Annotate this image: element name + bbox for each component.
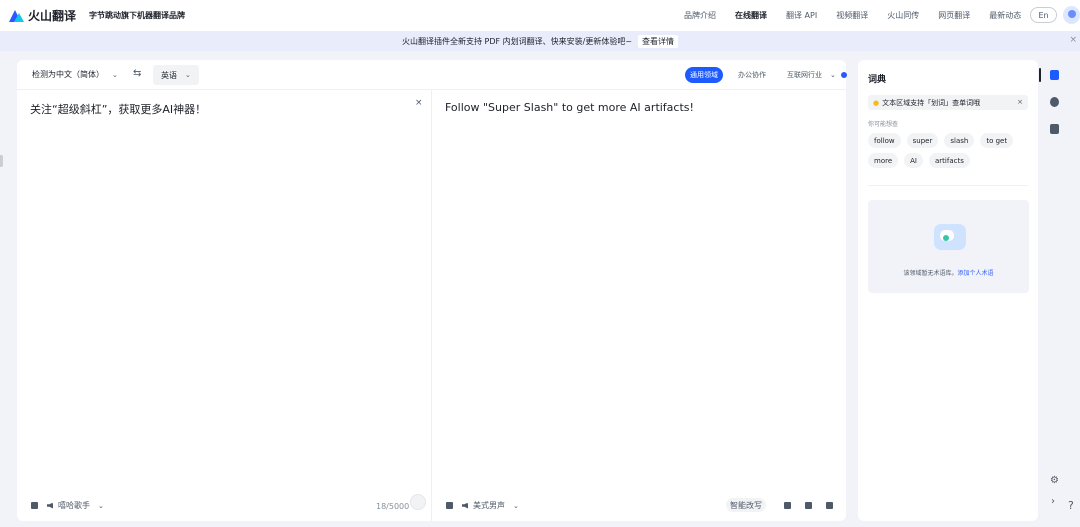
speaker-icon[interactable] [47, 502, 53, 509]
copy-icon[interactable] [31, 502, 38, 509]
nav-item-online-translate[interactable]: 在线翻译 [735, 10, 767, 21]
nav-item-web[interactable]: 网页翻译 [938, 10, 970, 21]
gauge-icon[interactable] [410, 494, 426, 510]
glossary-empty-text: 该领域暂无术语库。添加个人术语 [868, 268, 1029, 277]
banner-details-button[interactable]: 查看详情 [638, 34, 679, 48]
chevron-down-icon: ⌄ [513, 502, 519, 510]
help-icon[interactable]: ? [1068, 499, 1074, 512]
nav-item-news[interactable]: 最新动态 [989, 10, 1021, 21]
clear-text-icon[interactable]: × [415, 98, 423, 108]
logo-text: 火山翻译 [28, 9, 77, 23]
source-voice-label: 嘻哈歌手 [58, 501, 90, 510]
side-handle[interactable] [0, 155, 3, 167]
glossary-empty-card: 该领域暂无术语库。添加个人术语 [868, 200, 1029, 293]
divider [868, 185, 1028, 186]
main-nav: 品牌介绍 在线翻译 翻译 API 视频翻译 火山同传 网页翻译 最新动态 [684, 0, 1040, 31]
word-suggestions: follow super slash to get more AI artifa… [868, 133, 1028, 173]
swap-languages-icon[interactable]: ⇆ [133, 68, 141, 79]
empty-illustration-icon [926, 218, 972, 256]
word-chip[interactable]: more [868, 153, 899, 168]
speaker-icon[interactable] [462, 502, 468, 509]
domain-office-button[interactable]: 办公协作 [738, 70, 766, 80]
nav-item-api[interactable]: 翻译 API [786, 10, 817, 21]
source-language-label: 检测为中文（简体） [32, 70, 104, 79]
collapse-arrow-icon[interactable]: › [1051, 496, 1055, 507]
gear-icon[interactable]: ⚙ [1050, 475, 1059, 486]
feedback-icons [784, 502, 847, 509]
target-voice-label: 美式男声 [473, 501, 505, 510]
source-language-select[interactable]: 检测为中文（简体） ⌄ [32, 69, 118, 80]
add-glossary-link[interactable]: 添加个人术语 [958, 270, 994, 277]
top-nav-bar: 火山翻译 字节跳动旗下机器翻译品牌 品牌介绍 在线翻译 翻译 API 视频翻译 … [0, 0, 1080, 31]
word-chip[interactable]: to get [980, 133, 1014, 148]
target-voice-select[interactable]: 美式男声 ⌄ [473, 500, 519, 511]
nav-item-video[interactable]: 视频翻译 [836, 10, 868, 21]
chevron-down-icon: ⌄ [185, 71, 191, 79]
user-avatar[interactable] [1063, 6, 1080, 24]
history-tab-icon[interactable] [1050, 97, 1059, 107]
translator-header: 检测为中文（简体） ⌄ ⇆ 英语 ⌄ 通用领域 办公协作 互联网行业 ⌄ [17, 60, 847, 90]
empty-message: 该领域暂无术语库。 [903, 270, 958, 277]
status-dot [841, 72, 847, 78]
target-language-label: 英语 [161, 70, 177, 80]
thumbs-up-icon[interactable] [784, 502, 791, 509]
word-chip[interactable]: AI [904, 153, 923, 168]
chevron-down-icon: ⌄ [98, 502, 104, 510]
source-voice-select[interactable]: 嘻哈歌手 ⌄ [58, 500, 104, 511]
source-footer: 嘻哈歌手 ⌄ [31, 500, 104, 511]
dictionary-tip: ● 文本区域支持「划词」查单词哦 × [868, 95, 1028, 110]
thumbs-down-icon[interactable] [805, 502, 812, 509]
nav-item-simultaneous[interactable]: 火山同传 [887, 10, 919, 21]
tip-close-icon[interactable]: × [1017, 98, 1023, 106]
announcement-banner: 火山翻译插件全新支持 PDF 内划词翻译、快来安装/更新体验吧~ 查看详情 × [0, 31, 1080, 51]
target-footer: 美式男声 ⌄ [446, 500, 519, 511]
chevron-down-icon: ⌄ [112, 71, 118, 79]
active-tab-indicator [1039, 68, 1041, 82]
brand-logo[interactable]: 火山翻译 [9, 7, 76, 24]
smart-rewrite-button[interactable]: 智能改写 [726, 498, 766, 512]
target-language-select[interactable]: 英语 ⌄ [153, 65, 199, 85]
comment-icon[interactable] [826, 502, 833, 509]
lightbulb-icon: ● [873, 98, 880, 107]
favorites-tab-icon[interactable] [1050, 124, 1059, 134]
copy-icon[interactable] [446, 502, 453, 509]
domain-general-button[interactable]: 通用领域 [685, 67, 723, 83]
dictionary-title: 词典 [868, 75, 887, 85]
translated-text: Follow "Super Slash" to get more AI arti… [445, 101, 694, 114]
chevron-down-icon: ⌄ [830, 71, 836, 79]
banner-close-icon[interactable]: × [1069, 35, 1077, 45]
dictionary-tab-icon[interactable] [1050, 70, 1059, 80]
side-rail: ⚙ › [1039, 60, 1064, 521]
language-switch-button[interactable]: En [1030, 7, 1057, 23]
domain-internet-select[interactable]: 互联网行业 ⌄ [787, 70, 836, 80]
char-counter: 18/5000 [376, 502, 410, 511]
tip-text: 文本区域支持「划词」查单词哦 [882, 98, 981, 107]
brand-slogan: 字节跳动旗下机器翻译品牌 [89, 11, 186, 20]
word-chip[interactable]: super [906, 133, 939, 148]
word-chip[interactable]: follow [868, 133, 901, 148]
source-text-area[interactable]: 关注“超级斜杠”，获取更多AI神器！ × [17, 90, 432, 521]
source-text: 关注“超级斜杠”，获取更多AI神器！ [30, 103, 207, 116]
nav-item-brand[interactable]: 品牌介绍 [684, 10, 716, 21]
volcano-logo-icon [9, 9, 25, 22]
word-chip[interactable]: slash [944, 133, 975, 148]
domain-internet-label: 互联网行业 [787, 71, 822, 79]
translator-panel: 检测为中文（简体） ⌄ ⇆ 英语 ⌄ 通用领域 办公协作 互联网行业 ⌄ 关注“超级斜… [17, 60, 847, 521]
dictionary-panel: 词典 ● 文本区域支持「划词」查单词哦 × 你可能想查 follow super… [858, 60, 1038, 521]
target-text-area: Follow "Super Slash" to get more AI arti… [432, 90, 846, 521]
banner-text: 火山翻译插件全新支持 PDF 内划词翻译、快来安装/更新体验吧~ [401, 36, 633, 46]
word-chip[interactable]: artifacts [929, 153, 970, 168]
suggestions-label: 你可能想查 [868, 121, 899, 128]
